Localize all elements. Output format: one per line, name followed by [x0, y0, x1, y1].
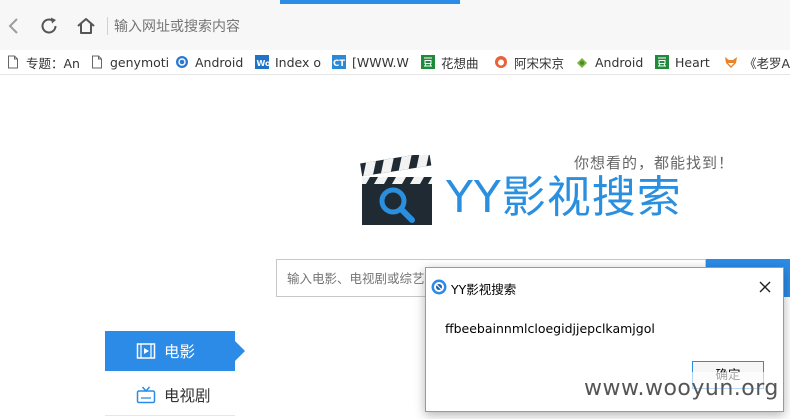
film-icon: [136, 343, 156, 359]
watermark-text: www.wooyun.org: [584, 376, 779, 401]
page-icon: [92, 55, 102, 69]
bookmark-item[interactable]: CT [WWW.W: [332, 53, 409, 71]
bookmark-item[interactable]: 花想曲: [421, 53, 479, 71]
bookmark-label: 《老罗An: [744, 55, 790, 71]
svg-text:CT: CT: [333, 59, 345, 69]
bookmark-label: 专题：An: [26, 55, 80, 71]
active-tab-arrow: [235, 341, 245, 361]
back-arrow-icon: [8, 18, 18, 34]
bookmark-item[interactable]: Heart: [655, 53, 710, 71]
close-icon[interactable]: [758, 280, 772, 294]
douban-icon: [421, 55, 435, 69]
ct-icon: CT: [332, 55, 346, 69]
bookmark-label: [WWW.W: [352, 54, 409, 70]
bookmark-item[interactable]: Android: [175, 53, 243, 71]
tv-icon: [136, 386, 156, 404]
tab-movie[interactable]: 电影: [105, 331, 245, 371]
android-dev-icon: [176, 56, 188, 68]
tab-label: 电视剧: [164, 387, 211, 405]
bookmark-item[interactable]: 阿宋宋京: [494, 53, 564, 71]
page-icon: [8, 55, 18, 69]
back-button[interactable]: [2, 14, 26, 38]
site-logo-text: YY影视搜索: [446, 172, 682, 223]
loading-progress-bar: [280, 0, 460, 4]
home-button[interactable]: [74, 14, 98, 38]
tab-tv-series[interactable]: 电视剧: [105, 375, 235, 416]
app-logo-icon: [431, 279, 447, 295]
wo-icon: Wo: [255, 55, 269, 69]
tab-label: 电影: [164, 343, 196, 361]
browser-toolbar: [0, 0, 790, 51]
bookmark-item[interactable]: Android: [575, 53, 643, 71]
bookmarks-bar: 专题：An genymoti Android Wo Index o CT [WW…: [0, 50, 790, 75]
android-icon: [577, 58, 587, 68]
reload-icon: [41, 17, 57, 34]
fox-icon: [725, 57, 737, 68]
reload-button[interactable]: [37, 14, 61, 38]
watermark: www.wooyun.org: [570, 372, 780, 410]
dialog-message: ffbeebainnmlcloegidjjepclkamjgol: [445, 321, 655, 336]
svg-text:Wo: Wo: [257, 59, 270, 68]
bookmark-label: Heart: [675, 54, 710, 70]
clapperboard-search-icon: [360, 155, 432, 225]
bookmark-label: 花想曲: [441, 55, 479, 71]
bookmark-item[interactable]: genymoti: [90, 53, 169, 71]
address-input[interactable]: [108, 14, 790, 40]
dialog-title: YY影视搜索: [451, 282, 517, 297]
home-icon: [77, 18, 95, 34]
bookmark-label: genymoti: [110, 54, 170, 70]
bookmark-item[interactable]: Wo Index o: [255, 53, 321, 71]
bookmark-label: Index o: [275, 54, 322, 70]
douban-icon: [655, 55, 669, 69]
bookmark-label: Android: [595, 54, 644, 70]
bookmark-item[interactable]: 专题：An: [6, 53, 80, 71]
bookmark-label: 阿宋宋京: [514, 55, 565, 71]
weibo-icon: [495, 56, 507, 68]
bookmark-item[interactable]: 《老罗An: [724, 53, 790, 71]
bookmark-label: Android: [195, 54, 244, 70]
